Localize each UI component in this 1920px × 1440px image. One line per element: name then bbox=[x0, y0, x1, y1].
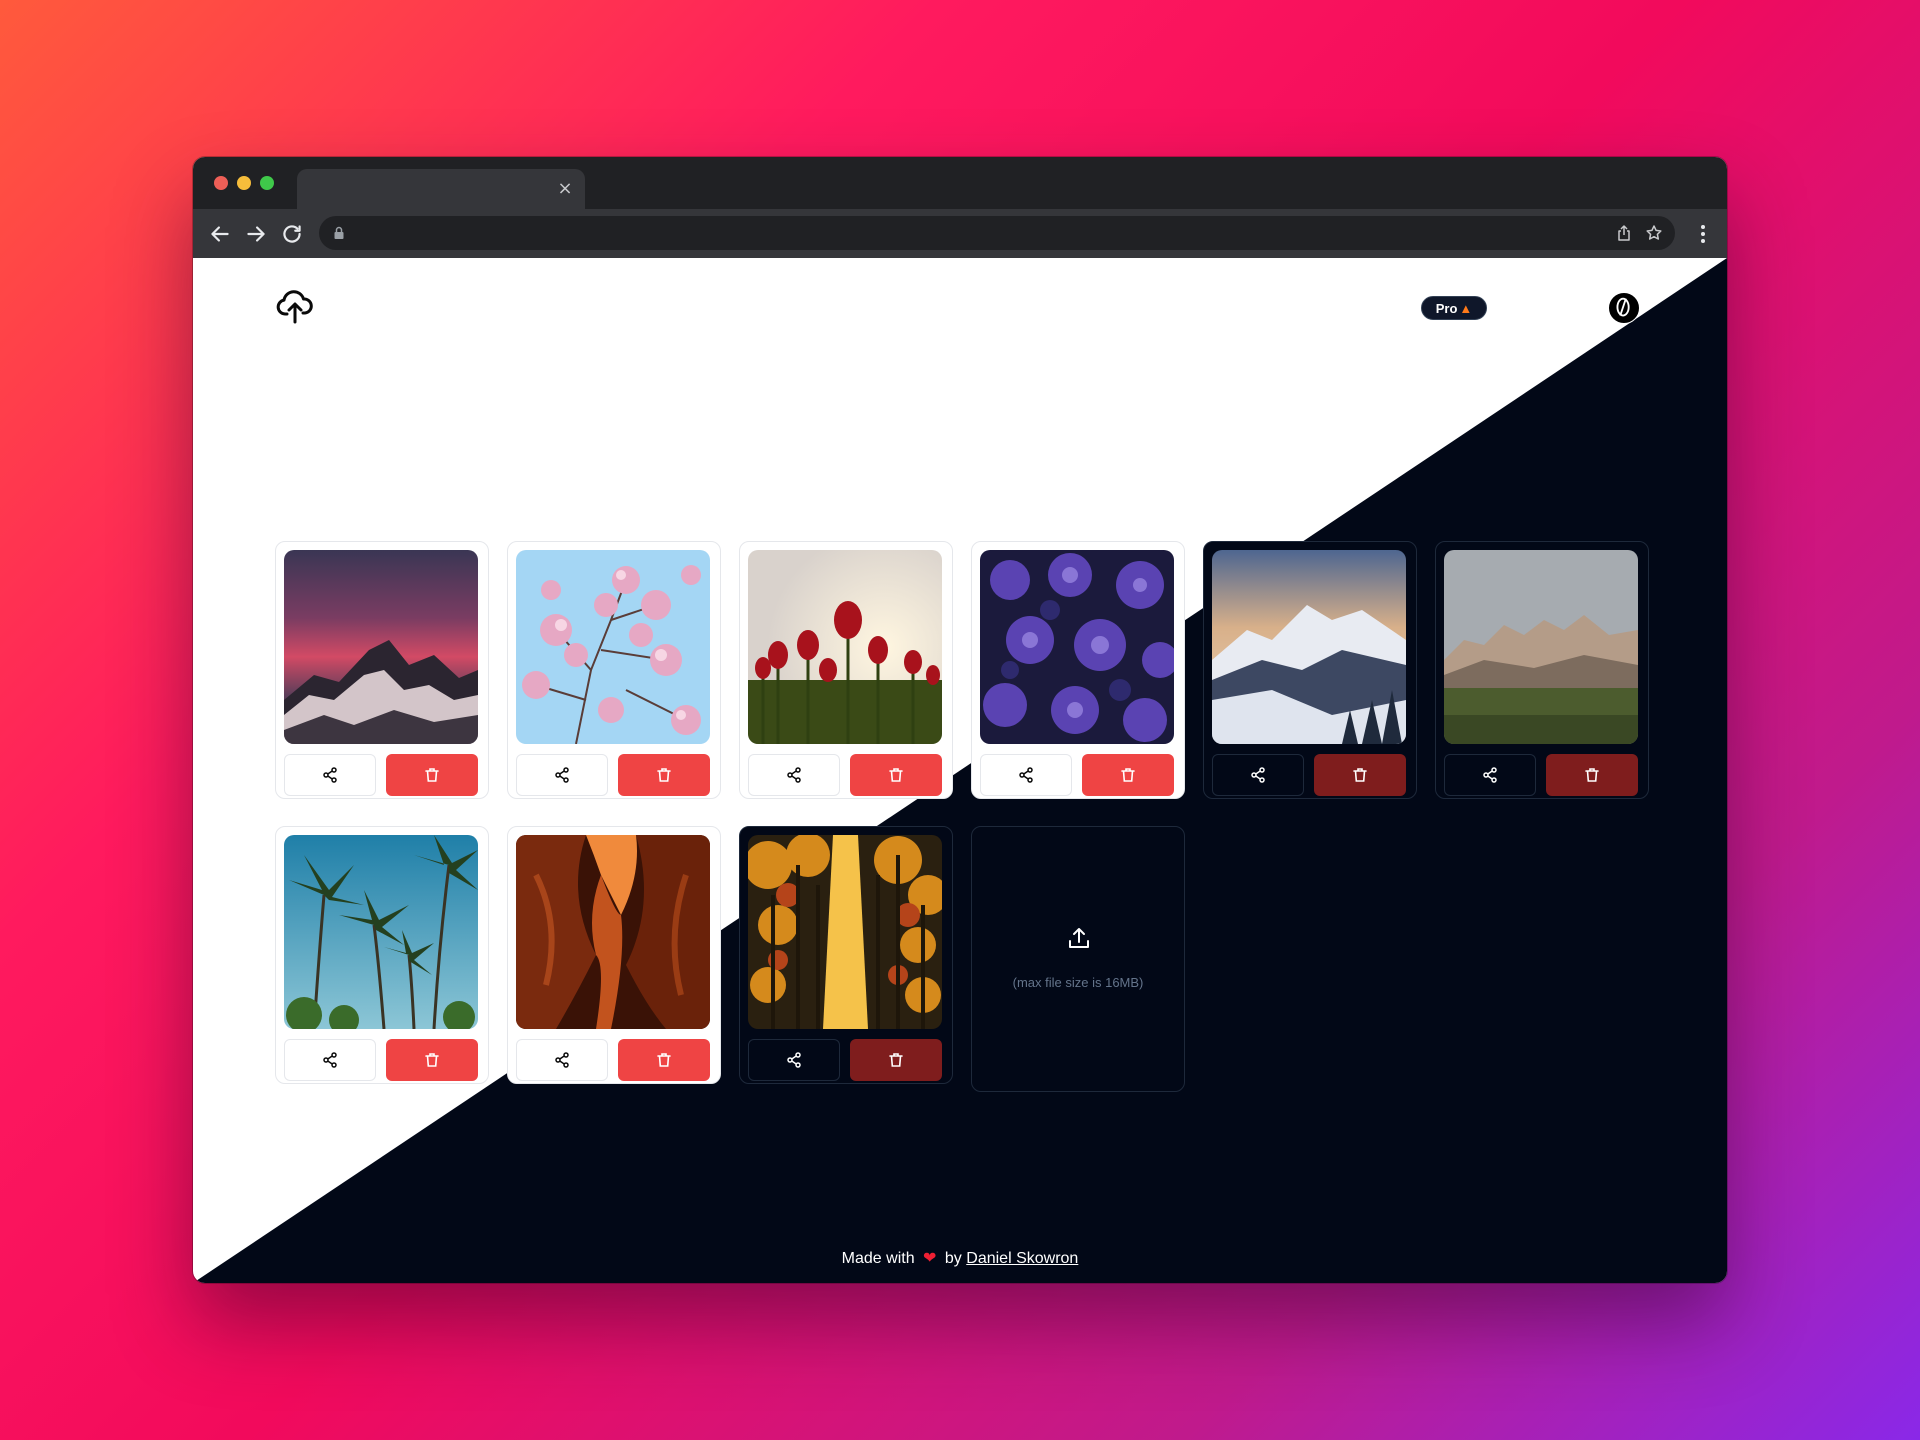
footer: Made with ❤ by Daniel Skowron bbox=[193, 1248, 1727, 1268]
page-viewport: Pro ▲ (max file size is 16MB) Made with … bbox=[193, 258, 1727, 1283]
browser-tab[interactable]: × bbox=[297, 169, 585, 209]
share-button[interactable] bbox=[980, 754, 1072, 796]
upload-icon bbox=[1066, 925, 1092, 951]
share-icon bbox=[555, 1052, 569, 1068]
delete-button[interactable] bbox=[1082, 754, 1174, 796]
photo-rocky-ridge-meadow[interactable] bbox=[1444, 550, 1638, 744]
image-card bbox=[275, 826, 489, 1084]
photo-mountain-sunset[interactable] bbox=[284, 550, 478, 744]
close-window-button[interactable] bbox=[214, 176, 228, 190]
minimize-window-button[interactable] bbox=[237, 176, 251, 190]
tab-close-icon[interactable]: × bbox=[555, 179, 575, 199]
trash-icon bbox=[889, 1053, 903, 1067]
share-icon bbox=[787, 1052, 801, 1068]
image-card bbox=[275, 541, 489, 799]
share-icon bbox=[323, 767, 337, 783]
photo-cherry-blossom[interactable] bbox=[516, 550, 710, 744]
browser-window: × Pro ▲ (max file size is 16MB) Made wit… bbox=[193, 157, 1727, 1283]
back-arrow-icon[interactable] bbox=[207, 221, 233, 247]
trash-icon bbox=[889, 768, 903, 782]
upload-hint: (max file size is 16MB) bbox=[1012, 975, 1144, 990]
share-button[interactable] bbox=[1444, 754, 1536, 796]
image-card bbox=[507, 541, 721, 799]
author-link[interactable]: Daniel Skowron bbox=[966, 1250, 1078, 1267]
photo-purple-hydrangea[interactable] bbox=[980, 550, 1174, 744]
delete-button[interactable] bbox=[386, 754, 478, 796]
browser-toolbar bbox=[193, 209, 1727, 258]
delete-button[interactable] bbox=[850, 1039, 942, 1081]
delete-button[interactable] bbox=[850, 754, 942, 796]
share-icon bbox=[555, 767, 569, 783]
reload-icon[interactable] bbox=[279, 221, 305, 247]
address-bar[interactable] bbox=[319, 216, 1675, 250]
share-page-icon[interactable] bbox=[1615, 224, 1633, 242]
share-button[interactable] bbox=[1212, 754, 1304, 796]
gear-icon[interactable] bbox=[1503, 296, 1527, 320]
footer-by: by bbox=[944, 1250, 962, 1267]
image-card bbox=[739, 541, 953, 799]
share-button[interactable] bbox=[284, 754, 376, 796]
image-card bbox=[1203, 541, 1417, 799]
maximize-window-button[interactable] bbox=[260, 176, 274, 190]
share-button[interactable] bbox=[748, 1039, 840, 1081]
image-card bbox=[1435, 541, 1649, 799]
photo-snowy-mountains[interactable] bbox=[1212, 550, 1406, 744]
heart-icon: ❤ bbox=[923, 1248, 937, 1267]
photo-red-tulips[interactable] bbox=[748, 550, 942, 744]
sun-icon[interactable] bbox=[1556, 296, 1580, 320]
delete-button[interactable] bbox=[618, 754, 710, 796]
cloud-upload-logo-icon[interactable] bbox=[275, 286, 315, 326]
delete-button[interactable] bbox=[1546, 754, 1638, 796]
share-button[interactable] bbox=[516, 1039, 608, 1081]
share-icon bbox=[323, 1052, 337, 1068]
lock-icon bbox=[331, 225, 347, 241]
flame-icon: ▲ bbox=[1459, 301, 1473, 316]
pro-badge[interactable]: Pro ▲ bbox=[1421, 296, 1487, 320]
share-icon bbox=[787, 767, 801, 783]
bookmark-star-icon[interactable] bbox=[1645, 224, 1663, 242]
image-card bbox=[507, 826, 721, 1084]
share-icon bbox=[1019, 767, 1033, 783]
share-button[interactable] bbox=[284, 1039, 376, 1081]
trash-icon bbox=[1585, 768, 1599, 782]
upload-dropzone[interactable]: (max file size is 16MB) bbox=[971, 826, 1185, 1092]
trash-icon bbox=[657, 768, 671, 782]
trash-icon bbox=[1353, 768, 1367, 782]
trash-icon bbox=[425, 1053, 439, 1067]
trash-icon bbox=[1121, 768, 1135, 782]
image-card bbox=[971, 541, 1185, 799]
delete-button[interactable] bbox=[1314, 754, 1406, 796]
browser-menu-icon[interactable] bbox=[1693, 221, 1713, 247]
forward-arrow-icon[interactable] bbox=[243, 221, 269, 247]
trash-icon bbox=[657, 1053, 671, 1067]
avatar[interactable] bbox=[1608, 292, 1640, 324]
share-button[interactable] bbox=[748, 754, 840, 796]
share-icon bbox=[1251, 767, 1265, 783]
delete-button[interactable] bbox=[618, 1039, 710, 1081]
share-icon bbox=[1483, 767, 1497, 783]
footer-made-with: Made with bbox=[841, 1250, 915, 1267]
trash-icon bbox=[425, 768, 439, 782]
share-button[interactable] bbox=[516, 754, 608, 796]
delete-button[interactable] bbox=[386, 1039, 478, 1081]
photo-autumn-forest[interactable] bbox=[748, 835, 942, 1029]
photo-palm-trees[interactable] bbox=[284, 835, 478, 1029]
browser-titlebar: × bbox=[193, 157, 1727, 209]
image-card bbox=[739, 826, 953, 1084]
photo-red-canyon[interactable] bbox=[516, 835, 710, 1029]
pro-badge-label: Pro bbox=[1435, 301, 1458, 316]
